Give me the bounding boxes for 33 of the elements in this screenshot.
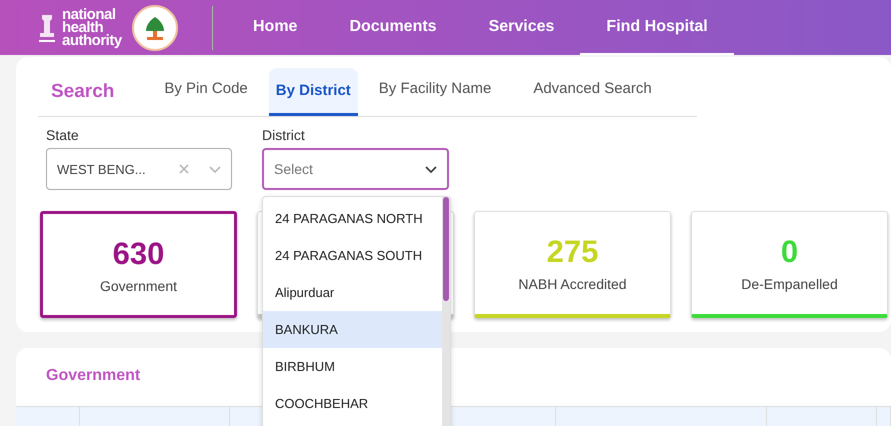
- stat-count: 630: [112, 236, 164, 272]
- search-tab[interactable]: By District: [268, 68, 358, 116]
- district-option[interactable]: Alipurduar: [263, 274, 442, 311]
- search-title: Search: [51, 80, 114, 102]
- field-label: District: [262, 127, 306, 143]
- field-label: State: [46, 127, 80, 143]
- district-option[interactable]: 24 PARAGANAS SOUTH: [263, 237, 442, 274]
- nav-link[interactable]: Services: [462, 0, 580, 55]
- stat-label: Government: [100, 278, 178, 294]
- district-option[interactable]: BIRBHUM: [263, 348, 442, 385]
- nav-link[interactable]: Home: [227, 0, 324, 55]
- search-tab[interactable]: Advanced Search: [512, 66, 673, 117]
- nav-link[interactable]: Documents: [323, 0, 463, 55]
- search-tab[interactable]: By Facility Name: [358, 66, 512, 117]
- district-option[interactable]: BANKURA: [263, 311, 442, 348]
- stat-label: NABH Accredited: [518, 276, 627, 292]
- scrollbar[interactable]: [442, 197, 450, 426]
- stat-card[interactable]: 275 NABH Accredited: [474, 211, 671, 318]
- stat-count: 0: [780, 234, 798, 270]
- stat-card[interactable]: 630 Government: [40, 211, 237, 318]
- clear-icon[interactable]: [179, 164, 189, 174]
- stat-label: De-Empanelled: [741, 276, 838, 292]
- stat-count: 275: [546, 234, 598, 270]
- district-select[interactable]: Select: [262, 148, 449, 190]
- state-select[interactable]: WEST BENG...: [46, 148, 232, 190]
- nav-link[interactable]: Find Hospital: [580, 0, 734, 55]
- district-option[interactable]: 24 PARAGANAS NORTH: [263, 200, 442, 237]
- results-title: Government: [45, 366, 140, 386]
- chevron-down-icon[interactable]: [425, 166, 437, 173]
- stat-card[interactable]: 0 De-Empanelled: [691, 211, 888, 318]
- search-tab[interactable]: By Pin Code: [154, 66, 269, 117]
- pmjay-logo-icon: [132, 4, 178, 50]
- district-option[interactable]: COOCHBEHAR: [263, 385, 442, 422]
